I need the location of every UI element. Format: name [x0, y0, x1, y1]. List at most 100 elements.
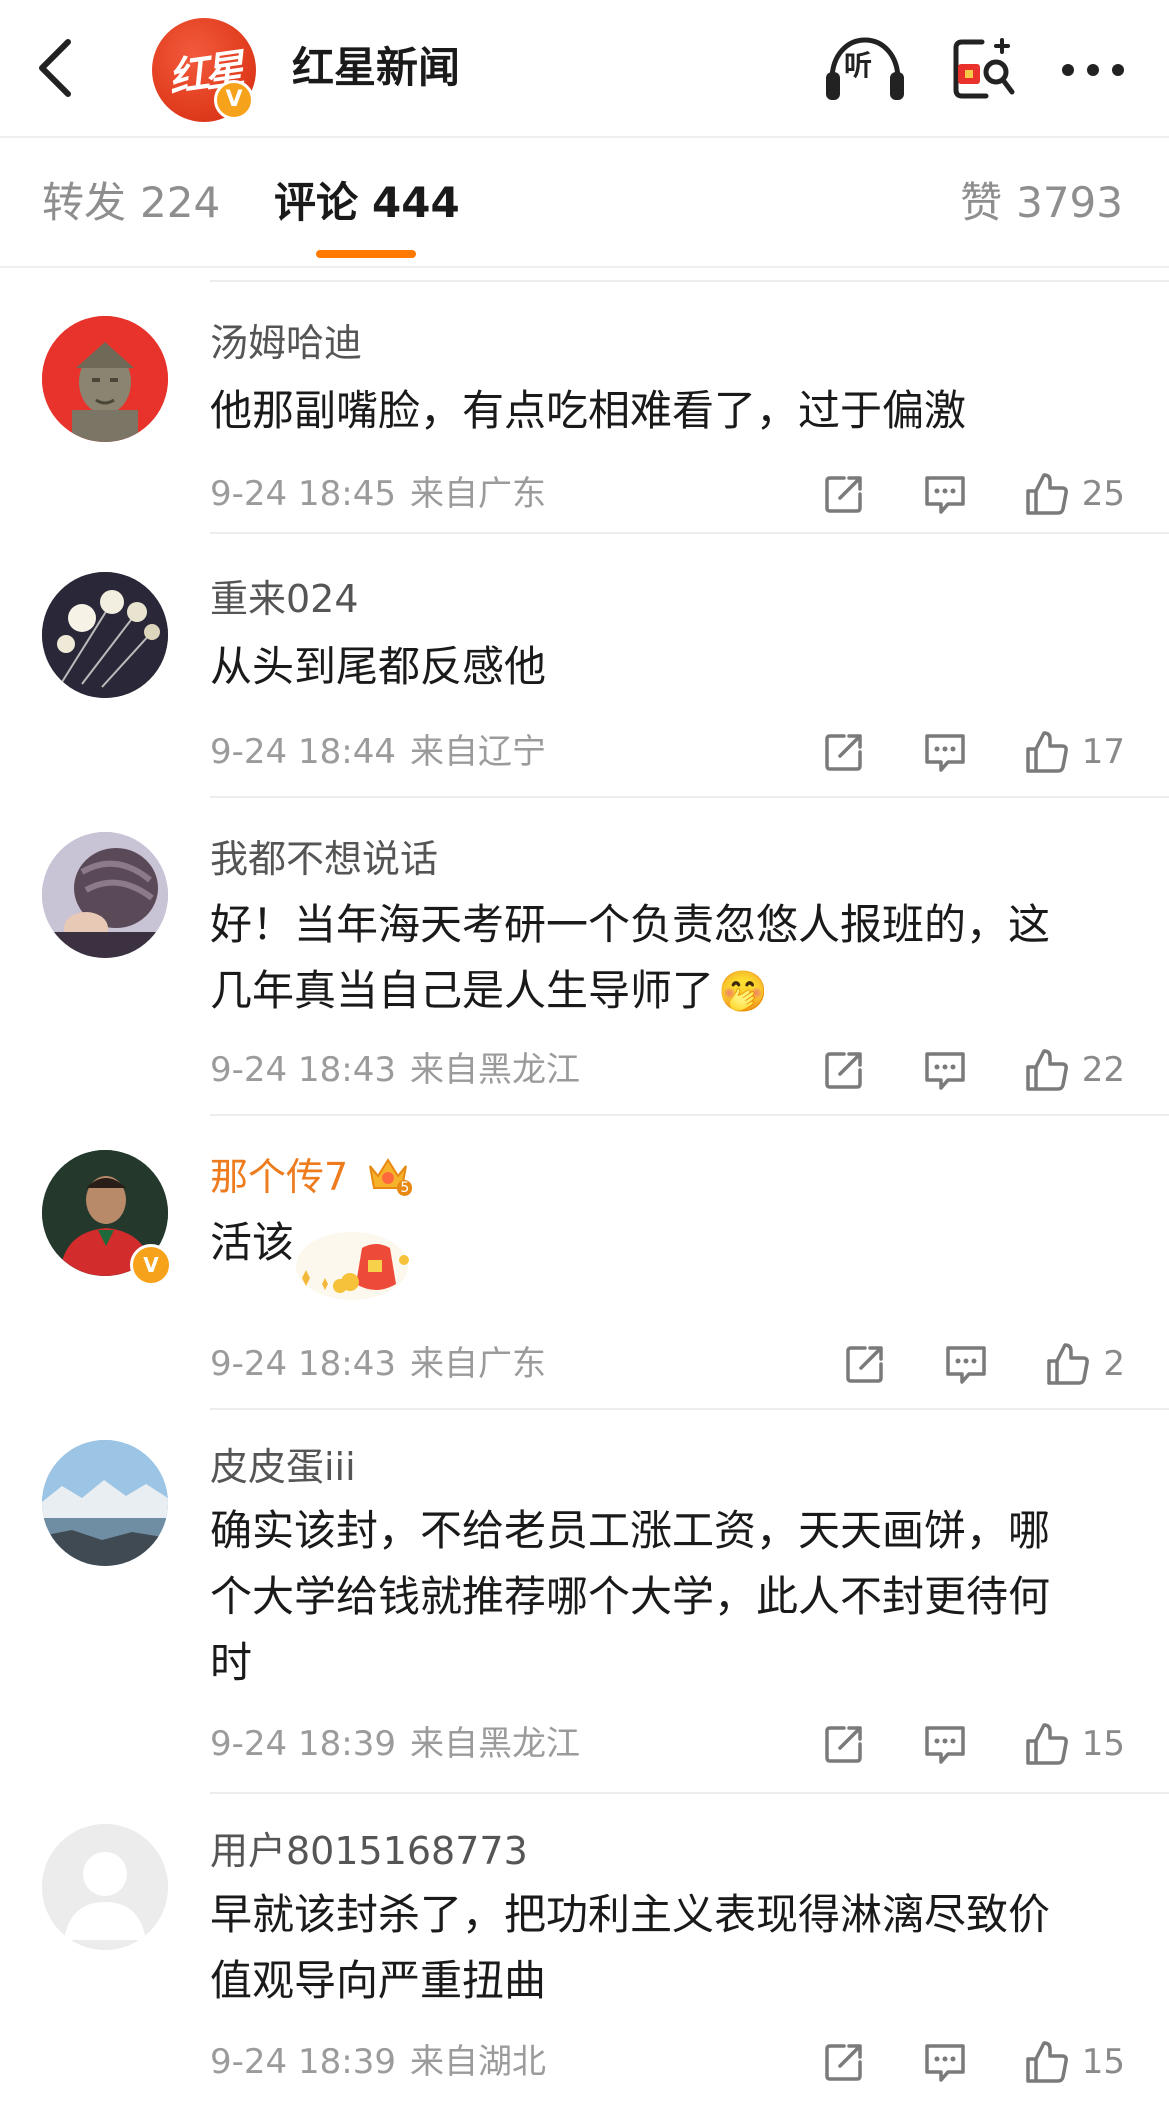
like-button[interactable]: 25	[1024, 471, 1125, 517]
comment-item: 汤姆哈迪 他那副嘴脸，有点吃相难看了，过于偏激 9-24 18:45 来自广东 2…	[0, 268, 1169, 532]
page-title: 红星新闻	[292, 43, 461, 92]
divider	[210, 1114, 1169, 1116]
comment-actions: 22	[766, 1044, 1125, 1096]
share-button[interactable]	[822, 2040, 866, 2084]
like-count: 25	[1081, 474, 1125, 514]
account-avatar[interactable]: 红星 V	[152, 18, 256, 122]
comment-username[interactable]: 那个传7 5	[210, 1154, 413, 1200]
comment-time: 9-24 18:39	[210, 2042, 396, 2082]
tab-forward[interactable]: 转发 224	[42, 178, 220, 228]
avatar-image	[42, 572, 168, 698]
avatar[interactable]	[42, 1824, 168, 1950]
comment-location: 来自辽宁	[409, 732, 546, 772]
reply-button[interactable]	[922, 1722, 968, 1766]
comment-icon	[924, 2044, 965, 2082]
comment-time: 9-24 18:45	[210, 474, 396, 514]
thumbs-up-icon	[1025, 473, 1068, 515]
divider	[210, 1792, 1169, 1794]
comment-item: 皮皮蛋iii 确实该封，不给老员工涨工资，天天画饼，哪 个大学给钱就推荐哪个大学…	[0, 1408, 1169, 1792]
more-icon	[1062, 64, 1124, 76]
comment-location: 来自广东	[409, 474, 546, 514]
comment-actions: 15	[766, 2036, 1125, 2088]
thumbs-up-icon	[1025, 1723, 1068, 1765]
tab-bar: 转发 224 评论 444 赞 3793	[0, 136, 1169, 268]
like-count: 22	[1081, 1050, 1125, 1090]
avatar[interactable]	[42, 832, 168, 958]
comment-meta: 9-24 18:44 来自辽宁	[210, 730, 546, 774]
listen-label: 听	[844, 49, 873, 82]
reply-button[interactable]	[922, 472, 968, 516]
like-button[interactable]: 15	[1024, 1721, 1125, 1767]
comment-icon	[946, 1346, 987, 1384]
share-icon	[824, 1052, 862, 1089]
thumbs-up-icon	[1025, 2041, 1068, 2083]
reply-button[interactable]	[922, 1048, 968, 1092]
comment-time: 9-24 18:43	[210, 1344, 396, 1384]
share-button[interactable]	[822, 730, 866, 774]
red-packet-icon	[953, 38, 1015, 99]
like-button[interactable]: 15	[1024, 2039, 1125, 2085]
like-button[interactable]: 17	[1024, 729, 1125, 775]
tab-comments[interactable]: 评论 444	[274, 178, 460, 228]
comment-text: 确实该封，不给老员工涨工资，天天画饼，哪 个大学给钱就推荐哪个大学，此人不封更待…	[210, 1498, 1110, 1696]
comment-text: 早就该封杀了，把功利主义表现得淋漓尽致价 值观导向严重扭曲	[210, 1882, 1110, 2014]
comment-location: 来自广东	[409, 1344, 546, 1384]
tab-forward-label: 转发	[42, 178, 127, 227]
back-arrow-icon	[39, 39, 71, 97]
reply-button[interactable]	[922, 730, 968, 774]
avatar[interactable]	[42, 316, 168, 442]
verified-badge: V	[130, 1244, 172, 1286]
share-icon	[824, 734, 862, 771]
comment-item: 我都不想说话 好！当年海天考研一个负责忽悠人报班的，这 几年真当自己是人生导师了…	[0, 796, 1169, 1114]
share-button[interactable]	[822, 1722, 866, 1766]
comment-text-line: 值观导向严重扭曲	[210, 1956, 547, 2005]
comment-text-line: 早就该封杀了，把功利主义表现得淋漓尽致价	[210, 1890, 1051, 1939]
share-icon	[824, 2044, 862, 2081]
comment-text-line: 确实该封，不给老员工涨工资，天天画饼，哪	[210, 1506, 1051, 1555]
comment-time: 9-24 18:43	[210, 1050, 396, 1090]
like-button[interactable]: 22	[1024, 1047, 1125, 1093]
comment-actions: 17	[766, 726, 1125, 778]
listen-button[interactable]: 听	[824, 36, 906, 102]
comment-text-line: 几年真当自己是人生导师了 🤭	[210, 958, 1110, 1025]
thumbs-up-icon	[1025, 1049, 1068, 1091]
avatar-image	[42, 1440, 168, 1566]
avatar[interactable]	[42, 1440, 168, 1566]
comment-text-line-content: 几年真当自己是人生导师了	[210, 966, 715, 1015]
verified-badge: V	[214, 80, 254, 120]
comment-meta: 9-24 18:43 来自黑龙江	[210, 1048, 580, 1092]
comment-location: 来自湖北	[409, 2042, 546, 2082]
share-button[interactable]	[843, 1342, 887, 1386]
back-button[interactable]	[28, 36, 84, 100]
comment-actions: 15	[766, 1718, 1125, 1770]
vip-username: 那个传7	[210, 1155, 349, 1199]
avatar[interactable]	[42, 572, 168, 698]
comment-text: 从头到尾都反感他	[210, 642, 547, 691]
comment-item: V 那个传7 5 活该 9-24 18:43 来自广东 2	[0, 1114, 1169, 1408]
comment-username[interactable]: 重来024	[210, 576, 359, 622]
share-icon	[824, 1726, 862, 1763]
comment-meta: 9-24 18:39 来自黑龙江	[210, 1722, 580, 1766]
comment-username[interactable]: 用户8015168773	[210, 1828, 528, 1874]
comment-item: 重来024 从头到尾都反感他 9-24 18:44 来自辽宁 17	[0, 532, 1169, 796]
comment-username[interactable]: 我都不想说话	[210, 836, 438, 882]
comment-username[interactable]: 汤姆哈迪	[210, 320, 362, 366]
comment-icon	[924, 476, 965, 514]
like-button[interactable]: 2	[1045, 1341, 1125, 1387]
share-icon	[824, 476, 862, 513]
red-packet-button[interactable]	[946, 34, 1016, 104]
tab-comments-count: 444	[372, 178, 460, 227]
divider	[210, 796, 1169, 798]
comment-actions: 2	[787, 1338, 1125, 1390]
reply-button[interactable]	[922, 2040, 968, 2084]
comment-meta: 9-24 18:45 来自广东	[210, 472, 546, 516]
share-button[interactable]	[822, 472, 866, 516]
share-button[interactable]	[822, 1048, 866, 1092]
more-button[interactable]	[1058, 50, 1128, 90]
like-count: 17	[1081, 732, 1125, 772]
comment-text-line: 好！当年海天考研一个负责忽悠人报班的，这	[210, 900, 1051, 949]
comment-username[interactable]: 皮皮蛋iii	[210, 1444, 356, 1490]
reply-button[interactable]	[943, 1342, 989, 1386]
tab-likes[interactable]: 赞 3793	[960, 178, 1123, 228]
comment-icon	[924, 1052, 965, 1090]
